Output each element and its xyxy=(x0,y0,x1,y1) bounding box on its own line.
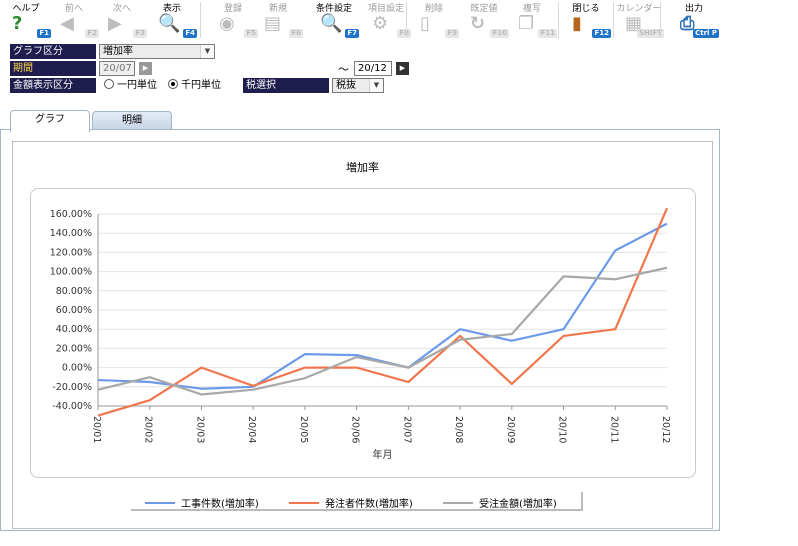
series-line-2 xyxy=(97,207,669,417)
x-tick-label: 20/05 xyxy=(298,416,309,443)
legend-swatch xyxy=(145,502,175,504)
y-tick-label: 80.00% xyxy=(56,286,92,297)
legend-item: 工事件数(増加率) xyxy=(145,495,259,510)
chart-legend: 工事件数(増加率) 発注者件数(増加率) 受注金額(増加率) xyxy=(131,492,583,511)
tab-graph[interactable]: グラフ xyxy=(10,110,90,132)
line-chart: -40.00% -20.00% 0.00% 20.00% 40.00% 60.00% 80.… xyxy=(50,207,671,461)
x-tick-label: 20/12 xyxy=(660,416,671,443)
x-tick-label: 20/03 xyxy=(194,416,205,443)
x-tick-label: 20/07 xyxy=(401,416,412,443)
x-tick-label: 20/06 xyxy=(350,416,361,443)
x-tick-label: 20/01 xyxy=(91,416,102,443)
y-tick-label: 120.00% xyxy=(50,247,92,258)
x-tick-label: 20/11 xyxy=(608,416,619,443)
y-tick-label: 0.00% xyxy=(62,363,92,374)
y-tick-label: 60.00% xyxy=(56,305,92,316)
x-tick-label: 20/09 xyxy=(505,416,516,443)
x-axis-label: 年月 xyxy=(373,448,393,461)
x-tick-label: 20/08 xyxy=(453,416,464,443)
legend-label: 受注金額(増加率) xyxy=(479,499,557,510)
legend-swatch xyxy=(289,502,319,504)
y-tick-label: -40.00% xyxy=(52,401,92,412)
y-tick-label: 20.00% xyxy=(56,343,92,354)
legend-item: 発注者件数(増加率) xyxy=(289,495,413,510)
y-tick-label: 100.00% xyxy=(50,267,92,278)
y-tick-label: 140.00% xyxy=(50,228,92,239)
x-tick-label: 20/10 xyxy=(557,416,568,443)
x-tick-label: 20/04 xyxy=(246,416,257,443)
legend-swatch xyxy=(443,502,473,504)
y-tick-label: 160.00% xyxy=(50,209,92,220)
y-tick-label: 40.00% xyxy=(56,324,92,335)
legend-label: 発注者件数(増加率) xyxy=(325,499,413,510)
legend-item: 受注金額(増加率) xyxy=(443,495,557,510)
x-tick-label: 20/02 xyxy=(143,416,154,443)
y-tick-label: -20.00% xyxy=(52,382,92,393)
legend-label: 工事件数(増加率) xyxy=(181,499,259,510)
series-line-1 xyxy=(97,222,668,390)
